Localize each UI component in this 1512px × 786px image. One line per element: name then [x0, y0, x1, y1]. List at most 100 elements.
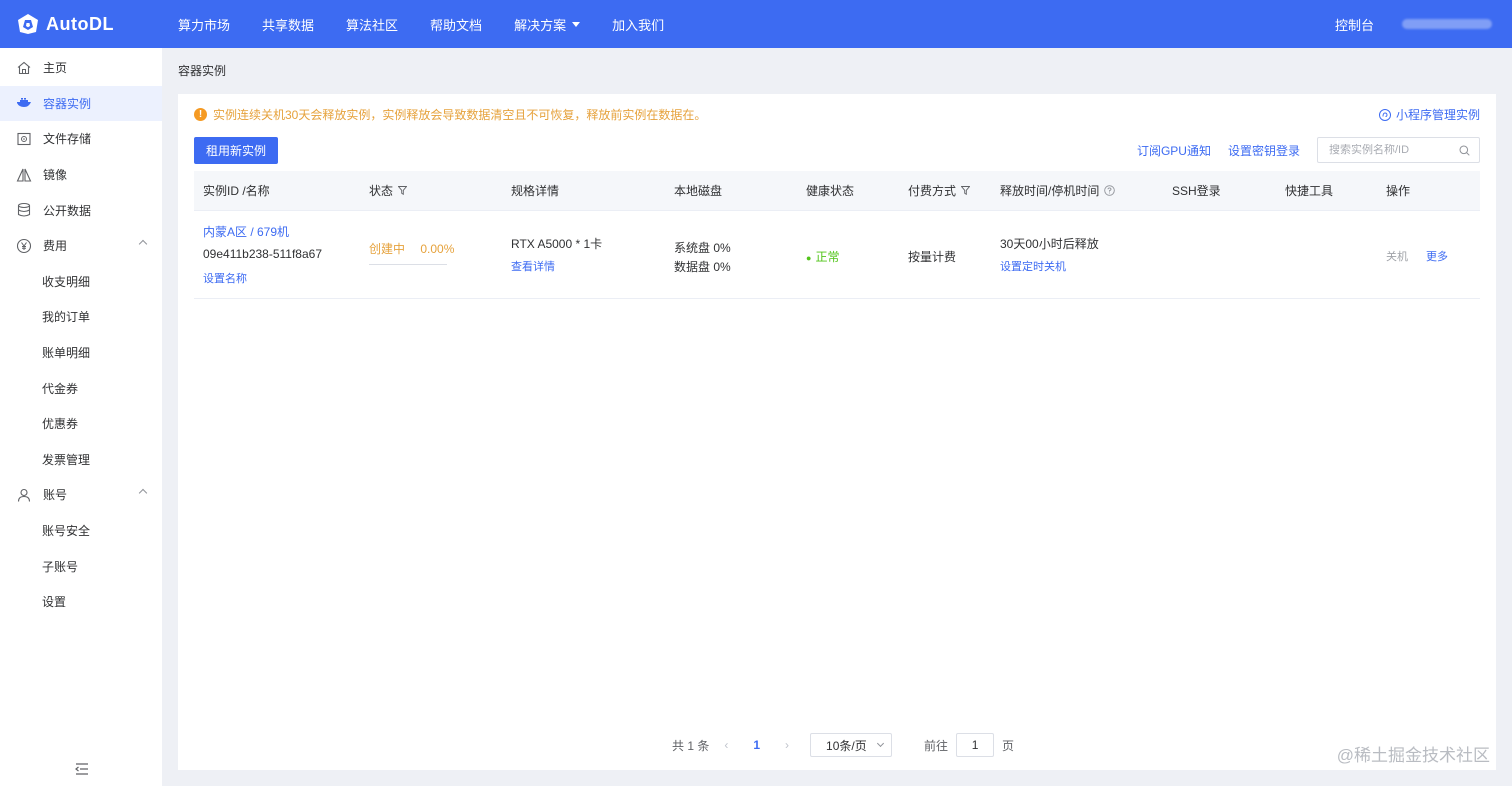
- more-actions-button[interactable]: 更多: [1426, 248, 1448, 264]
- health-dot-icon: ●: [806, 253, 812, 263]
- goto-suffix: 页: [1002, 738, 1015, 753]
- user-icon: [16, 487, 32, 503]
- mini-program-manage-link[interactable]: 小程序管理实例: [1378, 106, 1480, 123]
- search-icon[interactable]: [1459, 145, 1470, 159]
- nav-algorithm-community[interactable]: 算法社区: [346, 15, 398, 34]
- sidebar-item-file-storage[interactable]: 文件存储: [0, 121, 162, 157]
- filter-icon[interactable]: [398, 186, 408, 195]
- top-nav: 算力市场 共享数据 算法社区 帮助文档 解决方案 加入我们: [162, 15, 680, 34]
- sidebar-item-invoice-management[interactable]: 发票管理: [0, 442, 162, 478]
- sidebar-item-container-instance[interactable]: 容器实例: [0, 85, 162, 122]
- sidebar-item-income-expense[interactable]: 收支明细: [0, 264, 162, 300]
- sidebar-item-label: 优惠券: [42, 417, 79, 432]
- column-header-health: 健康状态: [806, 184, 855, 198]
- pagination: 共 1 条 ‹ 1 › 10条/页 前往 页: [672, 733, 1014, 757]
- nav-help-docs[interactable]: 帮助文档: [430, 15, 482, 34]
- nav-join-us[interactable]: 加入我们: [612, 15, 664, 34]
- column-header-ssh-login: SSH登录: [1172, 184, 1221, 198]
- instance-region-name-link[interactable]: 内蒙A区 / 679机: [203, 223, 289, 240]
- release-warning-alert: ! 实例连续关机30天会释放实例，实例释放会导致数据清空且不可恢复，释放前实例在…: [194, 106, 706, 123]
- search-instance-box: [1317, 137, 1480, 163]
- column-header-actions: 操作: [1386, 184, 1411, 198]
- chevron-up-icon: [138, 488, 148, 498]
- user-account-blurred[interactable]: [1402, 19, 1492, 29]
- page-number-current[interactable]: 1: [753, 738, 760, 752]
- sidebar-item-home[interactable]: 主页: [0, 50, 162, 86]
- sidebar-item-settings[interactable]: 设置: [0, 584, 162, 620]
- search-instance-input[interactable]: [1329, 144, 1454, 156]
- next-page-icon[interactable]: ›: [780, 738, 794, 752]
- nav-solutions-label: 解决方案: [514, 17, 567, 33]
- watermark: @稀土掘金技术社区: [1336, 746, 1490, 765]
- rent-new-instance-button[interactable]: 租用新实例: [194, 137, 278, 164]
- sidebar-item-coupons[interactable]: 优惠券: [0, 406, 162, 442]
- sidebar-item-label: 文件存储: [43, 132, 92, 147]
- nav-shared-data[interactable]: 共享数据: [262, 15, 314, 34]
- goto-page-input[interactable]: [956, 733, 995, 757]
- sidebar-item-label: 公开数据: [43, 203, 92, 218]
- spec-gpu: RTX A5000 * 1卡: [511, 237, 603, 251]
- sidebar-item-label: 设置: [42, 595, 67, 610]
- view-detail-link[interactable]: 查看详情: [511, 258, 555, 274]
- sidebar-item-vouchers[interactable]: 代金券: [0, 370, 162, 406]
- top-navbar: AutoDL 算力市场 共享数据 算法社区 帮助文档 解决方案 加入我们 控制台: [0, 0, 1512, 48]
- sidebar-item-label: 收支明细: [42, 274, 91, 289]
- alert-text: 实例连续关机30天会释放实例，实例释放会导致数据清空且不可恢复，释放前实例在数据…: [213, 108, 707, 122]
- sidebar-item-image[interactable]: 镜像: [0, 157, 162, 193]
- warning-icon: !: [194, 108, 207, 121]
- shutdown-button[interactable]: 关机: [1386, 248, 1408, 264]
- help-icon[interactable]: [1104, 185, 1116, 196]
- filter-icon[interactable]: [961, 186, 971, 195]
- system-disk: 系统盘 0%: [674, 241, 731, 255]
- nav-solutions[interactable]: 解决方案: [514, 15, 581, 34]
- storage-icon: [16, 131, 32, 147]
- column-header-billing[interactable]: 付费方式: [908, 182, 971, 199]
- billing-method: 按量计费: [908, 250, 957, 264]
- console-link[interactable]: 控制台: [1335, 15, 1374, 34]
- column-header-billing-label: 付费方式: [908, 184, 957, 198]
- instances-table: 实例ID /名称 状态 规格详情 本地磁盘 健康状态 付费方式 释放时间/停机时…: [194, 171, 1480, 299]
- status-cell: 创建中 0.00%: [369, 240, 454, 265]
- instances-card: ! 实例连续关机30天会释放实例，实例释放会导致数据清空且不可恢复，释放前实例在…: [178, 94, 1496, 770]
- sidebar-item-label: 子账号: [42, 559, 79, 574]
- toolbar-right: 订阅GPU通知 设置密钥登录: [1137, 137, 1480, 163]
- status-progress: 0.00%: [420, 242, 455, 256]
- home-icon: [16, 60, 32, 76]
- sidebar-item-public-data[interactable]: 公开数据: [0, 192, 162, 228]
- column-header-spec: 规格详情: [511, 184, 560, 198]
- breadcrumb: 容器实例: [178, 64, 227, 78]
- mini-program-icon: [1378, 108, 1391, 121]
- sidebar-item-label: 代金券: [42, 381, 79, 396]
- mini-program-manage-label: 小程序管理实例: [1395, 108, 1480, 122]
- sidebar-item-billing[interactable]: 费用: [0, 228, 162, 264]
- autodl-logo[interactable]: AutoDL: [16, 12, 162, 36]
- collapse-sidebar-icon[interactable]: [74, 762, 90, 776]
- sidebar-item-my-orders[interactable]: 我的订单: [0, 299, 162, 335]
- set-timer-shutdown-link[interactable]: 设置定时关机: [1000, 258, 1066, 274]
- nav-compute-market[interactable]: 算力市场: [178, 15, 230, 34]
- subscribe-gpu-notice-link[interactable]: 订阅GPU通知: [1137, 142, 1211, 159]
- health-status-label: 正常: [815, 250, 840, 264]
- pagination-total: 共 1 条: [672, 738, 710, 753]
- logo-text: AutoDL: [46, 13, 114, 34]
- status-text: 创建中: [369, 242, 406, 256]
- set-name-link[interactable]: 设置名称: [203, 270, 247, 286]
- sidebar-item-sub-accounts[interactable]: 子账号: [0, 548, 162, 584]
- table-row: 内蒙A区 / 679机 09e411b238-511f8a67 设置名称 创建中…: [194, 211, 1480, 299]
- sidebar-item-account[interactable]: 账号: [0, 477, 162, 513]
- chevron-up-icon: [138, 239, 148, 249]
- sidebar: 主页 容器实例 文件存储 镜像 公开数据 费用 收支明细 我的订单 账单明细 代…: [0, 48, 162, 786]
- sidebar-item-label: 主页: [43, 61, 68, 76]
- page-size-select[interactable]: 10条/页: [810, 733, 893, 757]
- column-header-local-disk: 本地磁盘: [674, 184, 723, 198]
- sidebar-item-label: 费用: [43, 239, 68, 254]
- chevron-down-icon: [876, 739, 885, 748]
- prev-page-icon[interactable]: ‹: [719, 738, 733, 752]
- column-header-status[interactable]: 状态: [369, 182, 408, 199]
- sidebar-item-label: 账号: [43, 488, 68, 503]
- sidebar-item-bill-details[interactable]: 账单明细: [0, 335, 162, 371]
- sidebar-item-label: 发票管理: [42, 452, 91, 467]
- sidebar-item-account-security[interactable]: 账号安全: [0, 513, 162, 549]
- set-key-login-link[interactable]: 设置密钥登录: [1228, 142, 1300, 159]
- caret-down-icon: [572, 21, 581, 27]
